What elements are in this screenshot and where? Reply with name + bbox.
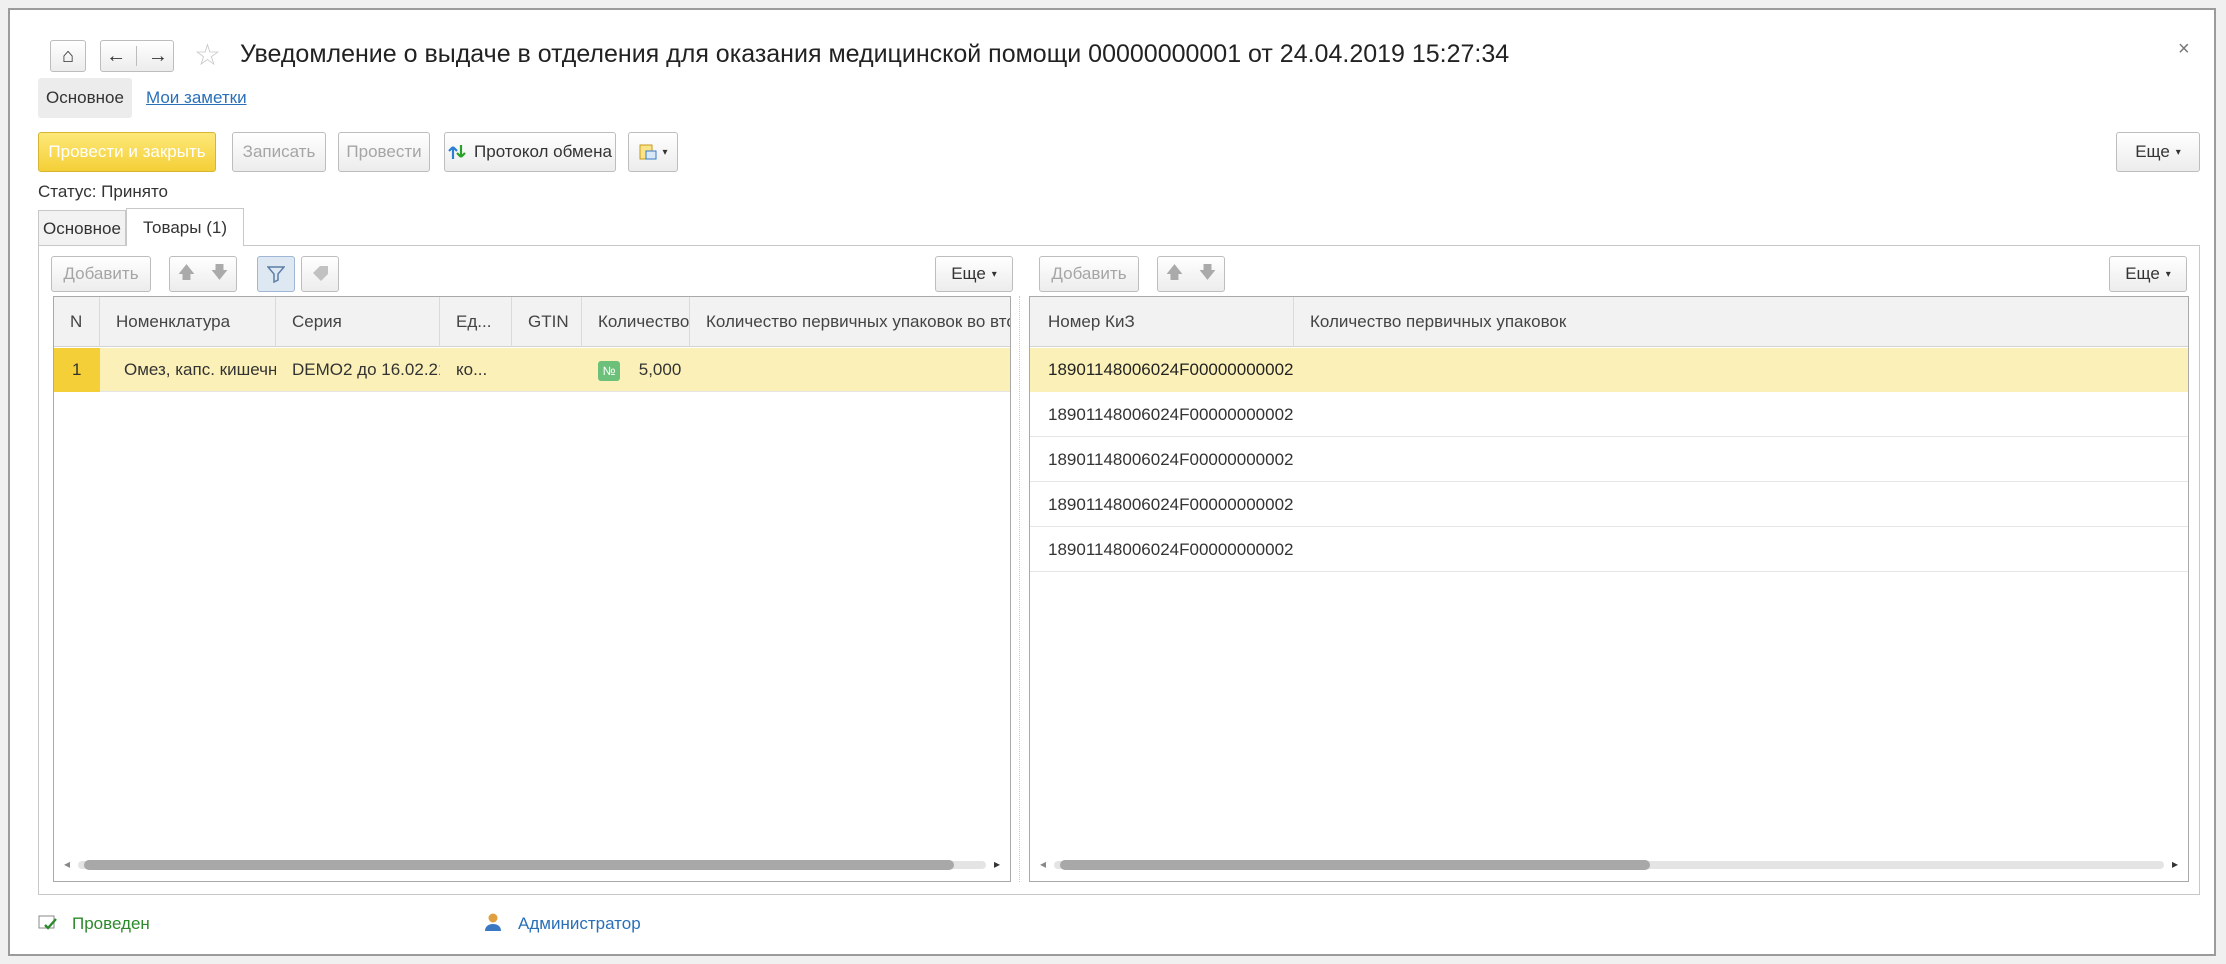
kiz-table-header: Номер КиЗ Количество первичных упаковок xyxy=(1030,297,2188,347)
col-unit[interactable]: Ед... xyxy=(440,297,512,347)
chevron-down-icon: ▾ xyxy=(662,146,668,158)
chevron-down-icon: ▾ xyxy=(2165,268,2171,280)
row-unit: ко... xyxy=(456,360,488,379)
scroll-thumb[interactable] xyxy=(1060,860,1650,870)
exchange-arrows-icon xyxy=(448,143,466,161)
splitter[interactable] xyxy=(1019,296,1025,882)
exchange-log-label: Протокол обмена xyxy=(474,142,612,161)
forward-arrow-icon[interactable]: → xyxy=(148,45,168,68)
scroll-thumb[interactable] xyxy=(84,860,954,870)
more-label: Еще xyxy=(2135,142,2170,161)
save-button[interactable]: Записать xyxy=(232,132,326,172)
scroll-left-icon[interactable]: ◂ xyxy=(1040,857,1046,871)
favorite-star-icon[interactable]: ☆ xyxy=(194,38,221,73)
scroll-right-icon[interactable]: ▸ xyxy=(994,857,1000,871)
history-nav: ← → xyxy=(100,40,174,72)
filter-button[interactable] xyxy=(257,256,295,292)
row-nomenclature: Омез, капс. кишечн... xyxy=(124,360,276,379)
row-series: DEMO2 до 16.02.21 xyxy=(292,360,440,379)
tab-main[interactable]: Основное xyxy=(38,210,126,246)
more-label: Еще xyxy=(951,264,986,283)
left-move-buttons: 🡅 🡇 xyxy=(169,256,237,292)
col-n[interactable]: N xyxy=(54,297,100,347)
posted-status-icon xyxy=(38,914,58,932)
kiz-horizontal-scrollbar[interactable]: ◂ ▸ xyxy=(1030,853,2188,877)
document-window: ⌂ ← → ☆ Уведомление о выдаче в отделения… xyxy=(8,8,2216,956)
right-more-button[interactable]: Еще ▾ xyxy=(2109,256,2187,292)
row-primary-packages xyxy=(690,348,1010,392)
number-badge-icon: № xyxy=(598,360,620,381)
section-notes-link[interactable]: Мои заметки xyxy=(146,88,247,108)
right-add-button[interactable]: Добавить xyxy=(1039,256,1139,292)
row-quantity: № 5,000 xyxy=(582,348,690,392)
print-icon xyxy=(638,143,658,161)
posted-status-text: Проведен xyxy=(72,914,150,933)
close-icon[interactable]: × xyxy=(2178,38,2190,61)
goods-horizontal-scrollbar[interactable]: ◂ ▸ xyxy=(54,853,1010,877)
list-item[interactable]: 18901148006024F000000000025 xyxy=(1030,483,2188,527)
row-gtin xyxy=(512,348,582,392)
chevron-down-icon: ▾ xyxy=(991,268,997,280)
list-item[interactable]: 18901148006024F000000000024 xyxy=(1030,438,2188,482)
scroll-left-icon[interactable]: ◂ xyxy=(64,857,70,871)
row-number: 1 xyxy=(54,348,100,392)
filter-icon xyxy=(267,265,285,283)
section-main[interactable]: Основное xyxy=(38,78,132,118)
col-kiz-number[interactable]: Номер КиЗ xyxy=(1030,297,1294,347)
list-item[interactable]: 18901148006024F000000000023 xyxy=(1030,393,2188,437)
col-quantity[interactable]: Количество xyxy=(582,297,690,347)
toolbar-more-button[interactable]: Еще ▾ xyxy=(2116,132,2200,172)
table-row[interactable]: 1 Омез, капс. кишечн... DEMO2 до 16.02.2… xyxy=(54,348,1010,392)
list-item[interactable]: 18901148006024F000000000026 xyxy=(1030,528,2188,572)
exchange-log-button[interactable]: Протокол обмена xyxy=(444,132,616,172)
col-kiz-primary-packages[interactable]: Количество первичных упаковок xyxy=(1294,297,2188,347)
more-label: Еще xyxy=(2125,264,2160,283)
col-nomenclature[interactable]: Номенклатура xyxy=(100,297,276,347)
right-move-buttons: 🡅 🡇 xyxy=(1157,256,1225,292)
chevron-down-icon: ▾ xyxy=(2175,146,2181,158)
print-dropdown-button[interactable]: ▾ xyxy=(628,132,678,172)
tag-button[interactable] xyxy=(301,256,339,292)
left-add-button[interactable]: Добавить xyxy=(51,256,151,292)
tab-goods[interactable]: Товары (1) xyxy=(126,208,244,246)
kiz-primary-packages xyxy=(1294,348,2188,392)
status-text: Статус: Принято xyxy=(38,182,168,201)
user-link[interactable]: Администратор xyxy=(518,914,641,934)
col-series[interactable]: Серия xyxy=(276,297,440,347)
home-icon: ⌂ xyxy=(61,44,75,67)
move-down-icon[interactable]: 🡇 xyxy=(1199,260,1216,289)
back-arrow-icon[interactable]: ← xyxy=(106,45,126,68)
page-title: Уведомление о выдаче в отделения для ока… xyxy=(240,40,1510,68)
goods-table: N Номенклатура Серия Ед... GTIN Количест… xyxy=(53,296,1011,882)
post-and-close-button[interactable]: Провести и закрыть xyxy=(38,132,216,172)
quantity-value: 5,000 xyxy=(638,360,682,379)
kiz-number: 18901148006024F000000000022 xyxy=(1030,348,1294,392)
tab-panel: Добавить 🡅 🡇 Еще ▾ Добавить 🡅 🡇 Еще ▾ N … xyxy=(38,245,2200,895)
left-more-button[interactable]: Еще ▾ xyxy=(935,256,1013,292)
move-up-icon[interactable]: 🡅 xyxy=(178,260,195,289)
kiz-number: 18901148006024F000000000026 xyxy=(1048,540,1294,559)
col-gtin[interactable]: GTIN xyxy=(512,297,582,347)
list-item[interactable]: 18901148006024F000000000022 xyxy=(1030,348,2188,392)
kiz-table: Номер КиЗ Количество первичных упаковок … xyxy=(1029,296,2189,882)
post-button[interactable]: Провести xyxy=(338,132,430,172)
kiz-number: 18901148006024F000000000025 xyxy=(1048,495,1294,514)
kiz-number: 18901148006024F000000000024 xyxy=(1048,450,1294,469)
move-up-icon[interactable]: 🡅 xyxy=(1166,260,1183,289)
kiz-number: 18901148006024F000000000023 xyxy=(1048,405,1294,424)
user-avatar-icon xyxy=(484,912,502,932)
tag-icon xyxy=(311,265,329,283)
move-down-icon[interactable]: 🡇 xyxy=(211,260,228,289)
col-primary-packages[interactable]: Количество первичных упаковок во вторичн… xyxy=(690,297,1010,347)
home-button[interactable]: ⌂ xyxy=(50,40,86,72)
goods-table-header: N Номенклатура Серия Ед... GTIN Количест… xyxy=(54,297,1010,347)
scroll-right-icon[interactable]: ▸ xyxy=(2172,857,2178,871)
nav-divider xyxy=(136,46,138,66)
